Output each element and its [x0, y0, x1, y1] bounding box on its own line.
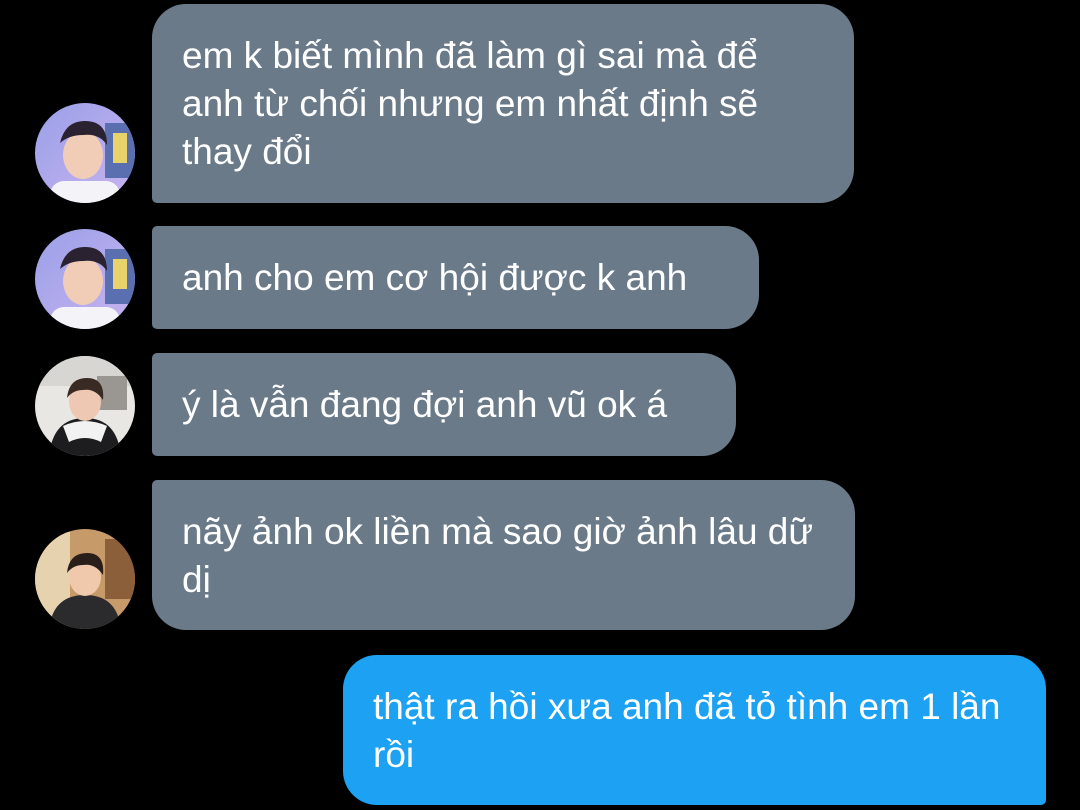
message-bubble-4[interactable]: nãy ảnh ok liền mà sao giờ ảnh lâu dữ dị — [152, 480, 855, 630]
avatar-photo-icon — [35, 229, 135, 329]
avatar-photo-icon — [35, 356, 135, 456]
message-text: nãy ảnh ok liền mà sao giờ ảnh lâu dữ dị — [182, 511, 814, 600]
message-bubble-1[interactable]: em k biết mình đã làm gì sai mà để anh t… — [152, 4, 854, 203]
message-bubble-3[interactable]: ý là vẫn đang đợi anh vũ ok á — [152, 353, 736, 456]
message-bubble-5[interactable]: thật ra hồi xưa anh đã tỏ tình em 1 lần … — [343, 655, 1046, 805]
message-bubble-2[interactable]: anh cho em cơ hội được k anh — [152, 226, 759, 329]
message-text: em k biết mình đã làm gì sai mà để anh t… — [182, 35, 759, 172]
message-text: anh cho em cơ hội được k anh — [182, 257, 688, 298]
avatar-photo-icon — [35, 529, 135, 629]
avatar-message-1[interactable] — [35, 103, 135, 203]
message-text: thật ra hồi xưa anh đã tỏ tình em 1 lần … — [373, 686, 1001, 775]
message-text: ý là vẫn đang đợi anh vũ ok á — [182, 384, 668, 425]
avatar-message-3[interactable] — [35, 356, 135, 456]
avatar-message-4[interactable] — [35, 529, 135, 629]
avatar-photo-icon — [35, 103, 135, 203]
avatar-message-2[interactable] — [35, 229, 135, 329]
